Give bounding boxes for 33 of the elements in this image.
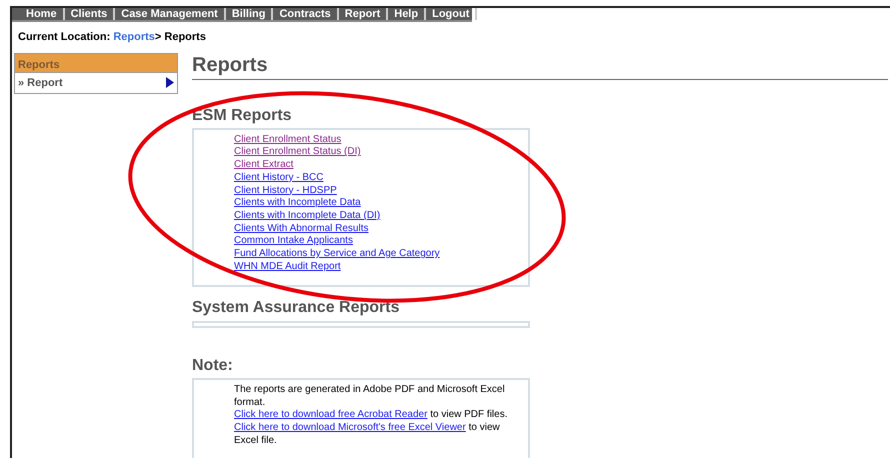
report-link[interactable]: Fund Allocations by Service and Age Category	[234, 248, 520, 261]
nav-link[interactable]: Case Management	[115, 8, 226, 20]
report-link[interactable]: Client Enrollment Status (DI)	[234, 146, 520, 160]
nav-link[interactable]: Billing	[226, 8, 274, 20]
nav-link[interactable]: Home	[20, 8, 65, 20]
report-link[interactable]: Clients With Abnormal Results	[234, 222, 520, 236]
report-link[interactable]: Clients with Incomplete Data (DI)	[234, 210, 520, 223]
breadcrumb-current: > Reports	[154, 31, 206, 43]
report-link[interactable]: Client Enrollment Status	[234, 134, 520, 146]
sidebar-header: Reports	[15, 54, 177, 72]
breadcrumb-link[interactable]: Reports	[113, 31, 155, 43]
sidebar-item[interactable]: » Report	[15, 72, 177, 93]
breadcrumb-label: Current Location:	[18, 31, 110, 43]
note-text: The reports are generated in Adobe PDF and Microsoft Excel format.	[234, 384, 506, 410]
triangle-icon	[166, 77, 174, 88]
nav-link[interactable]: Help	[388, 8, 426, 20]
download-link[interactable]: Click here to download Microsoft's free Excel Viewer	[234, 422, 466, 433]
nav-link[interactable]: Clients	[64, 8, 116, 20]
report-link[interactable]: Common Intake Applicants	[234, 235, 520, 248]
note-title: Note:	[192, 356, 234, 375]
report-link[interactable]: Clients with Incomplete Data	[234, 197, 520, 210]
nav-link[interactable]: Report	[338, 8, 388, 20]
report-link[interactable]: Client Extract	[234, 159, 520, 172]
section-title: System Assurance Reports	[192, 298, 400, 318]
page-title: Reports	[192, 52, 888, 80]
nav-link[interactable]: Contracts	[273, 8, 339, 20]
report-link[interactable]: Client History - BCC	[234, 172, 520, 184]
note-text: Click here to download free Acrobat Reader to view PDF files.	[234, 409, 508, 422]
nav-link[interactable]: Logout	[426, 8, 478, 20]
report-link[interactable]: Client History - HDSPP	[234, 184, 520, 198]
note-text: Click here to download Microsoft's free Excel Viewer to view Excel file.	[234, 422, 501, 448]
download-link[interactable]: Click here to download free Acrobat Reader	[234, 409, 428, 420]
report-link[interactable]: WHN MDE Audit Report	[234, 260, 520, 274]
